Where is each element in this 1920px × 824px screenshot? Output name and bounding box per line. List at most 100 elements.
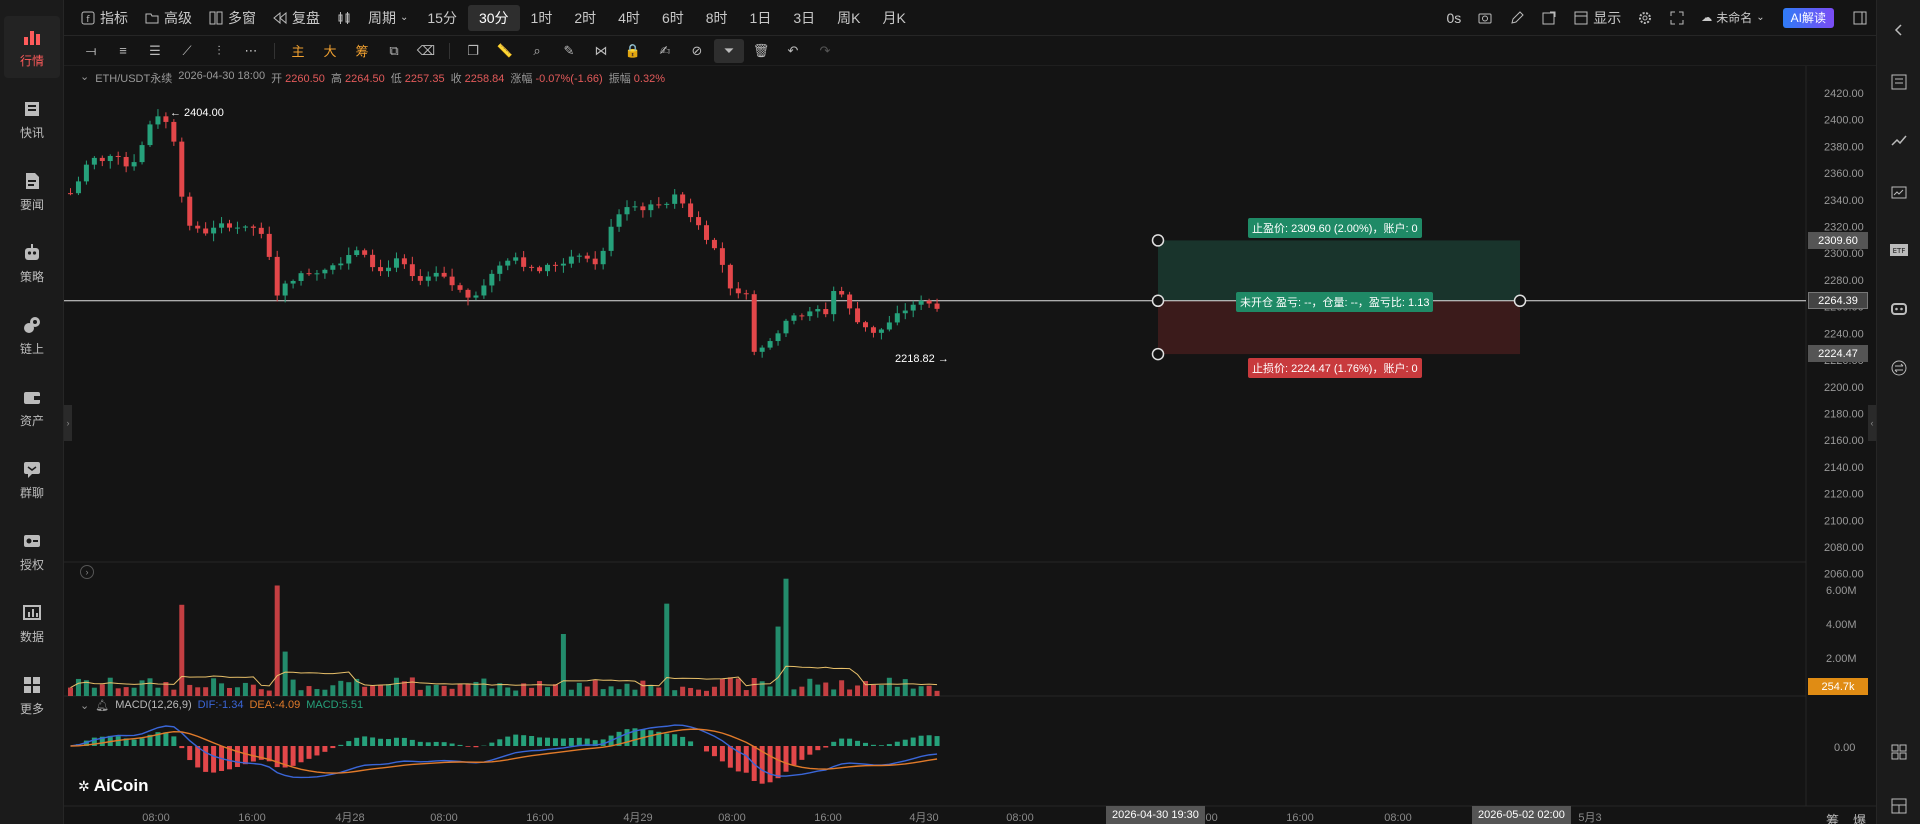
volume-bar (680, 686, 686, 696)
interval-2[interactable]: 1时 (520, 5, 564, 31)
left-collapse-handle[interactable]: › (64, 405, 72, 441)
fullscreen-button[interactable] (1661, 5, 1693, 31)
period-dropdown[interactable]: 周期 ⌄ (360, 5, 416, 31)
indicator-button[interactable]: f 指标 (72, 5, 136, 31)
zoom-tool[interactable]: ⌕ (522, 39, 552, 63)
expand-panel-icon[interactable]: › (80, 565, 94, 579)
volume-bar (378, 685, 384, 696)
interval-4[interactable]: 4时 (607, 5, 651, 31)
position-label[interactable]: 未开仓 盈亏: --，仓量: --，盈亏比: 1.13 (1236, 292, 1434, 312)
collapse-icon[interactable]: ⌄ (80, 70, 89, 86)
more-tools[interactable]: ⋯ (236, 39, 266, 63)
ruler-tool[interactable]: 📏 (490, 39, 520, 63)
note-tool[interactable]: ✍ (650, 39, 680, 63)
undo-button[interactable]: ↶ (778, 39, 808, 63)
draw-button[interactable] (1501, 5, 1533, 31)
candle-body (139, 145, 145, 163)
countdown-button[interactable]: 0s (1438, 5, 1469, 31)
settings-button[interactable] (1629, 5, 1661, 31)
sidebar-item-label: 行情 (19, 53, 44, 68)
filter-tool[interactable]: ⏷ (714, 38, 744, 63)
advanced-button[interactable]: 高级 (136, 5, 200, 31)
interval-8[interactable]: 3日 (782, 5, 826, 31)
sidebar-item-strategy[interactable]: 策略 (4, 232, 60, 294)
sidebar-item-news-flash[interactable]: 快讯 (4, 88, 60, 150)
redo-button[interactable]: ↷ (810, 39, 840, 63)
chip-distribution-tool[interactable]: 筹 (347, 39, 377, 63)
sidebar-item-more[interactable]: 更多 (4, 664, 60, 726)
macd-histogram-bar (831, 741, 837, 746)
position-handle (1151, 294, 1165, 308)
interval-0[interactable]: 15分 (416, 5, 468, 31)
layout-name-dropdown[interactable]: ☁ 未命名 ⌄ (1693, 5, 1772, 31)
trend-icon[interactable] (1887, 128, 1911, 152)
sidebar-item-authorize[interactable]: 授权 (4, 520, 60, 582)
brush-tool[interactable]: ✎ (554, 39, 584, 63)
watchlist-icon[interactable] (1887, 70, 1911, 94)
multi-window-button[interactable]: 多窗 (200, 5, 264, 31)
magnet-tool[interactable]: ⋈ (586, 39, 616, 63)
main-force-tool[interactable]: 主 (283, 39, 313, 63)
chat-icon (21, 458, 43, 480)
export-button[interactable] (1533, 5, 1565, 31)
candle-body (910, 304, 916, 311)
interval-9[interactable]: 周K (826, 5, 871, 31)
interval-3[interactable]: 2时 (563, 5, 607, 31)
sidebar-item-headlines[interactable]: 要闻 (4, 160, 60, 222)
time-axis-label: 16:00 (526, 812, 554, 824)
lock-tool[interactable]: 🔒 (618, 39, 648, 63)
interval-6[interactable]: 8时 (695, 5, 739, 31)
right-collapse-handle[interactable]: ‹ (1868, 405, 1876, 441)
collapse-icon[interactable]: ⌄ (80, 699, 89, 712)
collapse-panel-button[interactable] (1844, 5, 1876, 31)
link-tool[interactable]: ⊘ (682, 39, 712, 63)
liquidation-button[interactable]: 爆 (1853, 810, 1866, 824)
fibonacci-tool[interactable]: ⫶ (204, 39, 234, 63)
volume-bar (878, 685, 884, 696)
interval-1[interactable]: 30分 (467, 4, 520, 31)
sidebar-item-assets[interactable]: 资产 (4, 376, 60, 438)
candle-body (711, 239, 717, 249)
copy-tool[interactable]: ❐ (458, 39, 488, 63)
big-order-tool[interactable]: 大 (315, 39, 345, 63)
horizontal-line-tool[interactable]: ≡ (108, 39, 138, 63)
candle-body (823, 309, 829, 315)
chart-style-button[interactable] (328, 5, 360, 31)
etf-icon[interactable]: ETF (1887, 238, 1911, 262)
exchange-icon[interactable] (1887, 356, 1911, 380)
sidebar-item-data[interactable]: 数据 (4, 592, 60, 654)
clear-tool[interactable]: ⌫ (411, 39, 441, 63)
grid-apps-icon[interactable] (1887, 740, 1911, 764)
sidebar-item-onchain[interactable]: 链上 (4, 304, 60, 366)
delete-tool[interactable]: 🗑 (746, 39, 776, 63)
interval-7[interactable]: 1日 (739, 5, 783, 31)
compare-tool[interactable]: ⧉ (379, 39, 409, 63)
high-value: 2264.50 (344, 73, 385, 85)
horizontal-ray-tool[interactable]: ⟞ (76, 39, 106, 63)
stop-loss-label[interactable]: 止损价: 2224.47 (1.76%)，账户: 0 (1248, 358, 1422, 378)
bot-icon[interactable] (1887, 296, 1911, 320)
layout-icon[interactable] (1887, 794, 1911, 818)
take-profit-label[interactable]: 止盈价: 2309.60 (2.00%)，账户: 0 (1248, 218, 1422, 238)
chip-button[interactable]: 筹 (1826, 810, 1839, 824)
trend-line-tool[interactable]: ⟋ (172, 39, 202, 63)
collapse-right-icon[interactable] (1887, 18, 1911, 42)
sidebar-item-group-chat[interactable]: 群聊 (4, 448, 60, 510)
display-button[interactable]: 显示 (1565, 5, 1629, 31)
macd-histogram-bar (322, 746, 328, 752)
volume-bar (123, 687, 129, 696)
interval-10[interactable]: 月K (871, 5, 916, 31)
ai-interpret-button[interactable]: AI解读 (1782, 7, 1834, 28)
sidebar-item-market[interactable]: 行情 (4, 16, 60, 78)
parallel-channel-tool[interactable]: ☰ (140, 39, 170, 63)
macd-histogram-bar (497, 739, 503, 746)
screenshot-button[interactable] (1469, 5, 1501, 31)
macd-histogram-bar (545, 737, 550, 746)
candle-body (513, 257, 519, 261)
price-axis-label: 2400.00 (1824, 115, 1864, 127)
interval-5[interactable]: 6时 (651, 5, 695, 31)
price-axis-label: 2200.00 (1824, 382, 1864, 394)
monitor-chart-icon[interactable] (1887, 182, 1911, 206)
bell-icon[interactable]: 🔔︎ (95, 699, 109, 712)
replay-button[interactable]: 复盘 (264, 5, 328, 31)
